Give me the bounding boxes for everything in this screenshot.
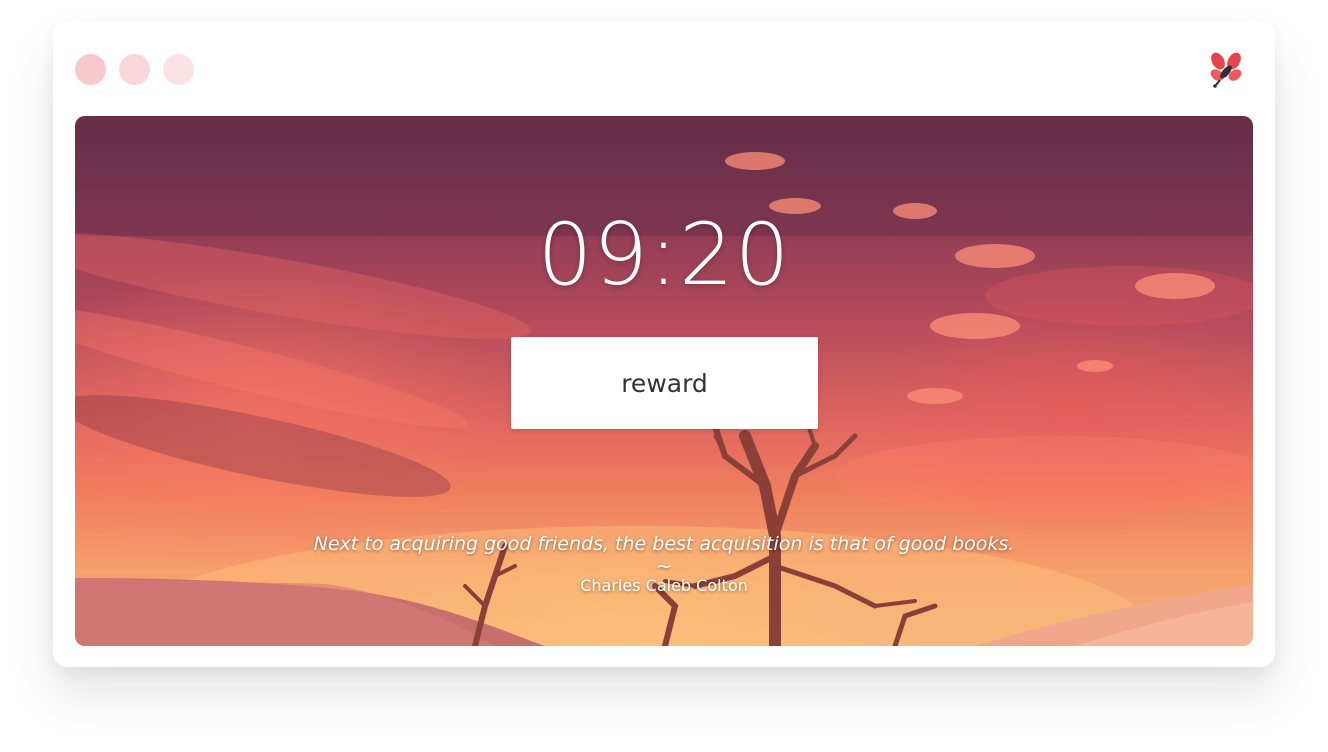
quote-author: Charles Caleb Colton [580, 576, 748, 595]
quote-text: Next to acquiring good friends, the best… [313, 533, 1015, 555]
close-dot[interactable] [75, 54, 106, 85]
reward-button[interactable]: reward [511, 337, 818, 429]
quote-separator: ~ [655, 554, 673, 578]
window-controls [75, 54, 194, 85]
maximize-dot[interactable] [163, 54, 194, 85]
wallpaper-screen: 09:20 reward Next to acquiring good frie… [75, 116, 1253, 646]
bee-logo-icon [1207, 52, 1245, 90]
clock-time: 09:20 [537, 205, 791, 305]
quote-block: Next to acquiring good friends, the best… [75, 532, 1253, 596]
app-window: 09:20 reward Next to acquiring good frie… [53, 21, 1275, 667]
minimize-dot[interactable] [119, 54, 150, 85]
